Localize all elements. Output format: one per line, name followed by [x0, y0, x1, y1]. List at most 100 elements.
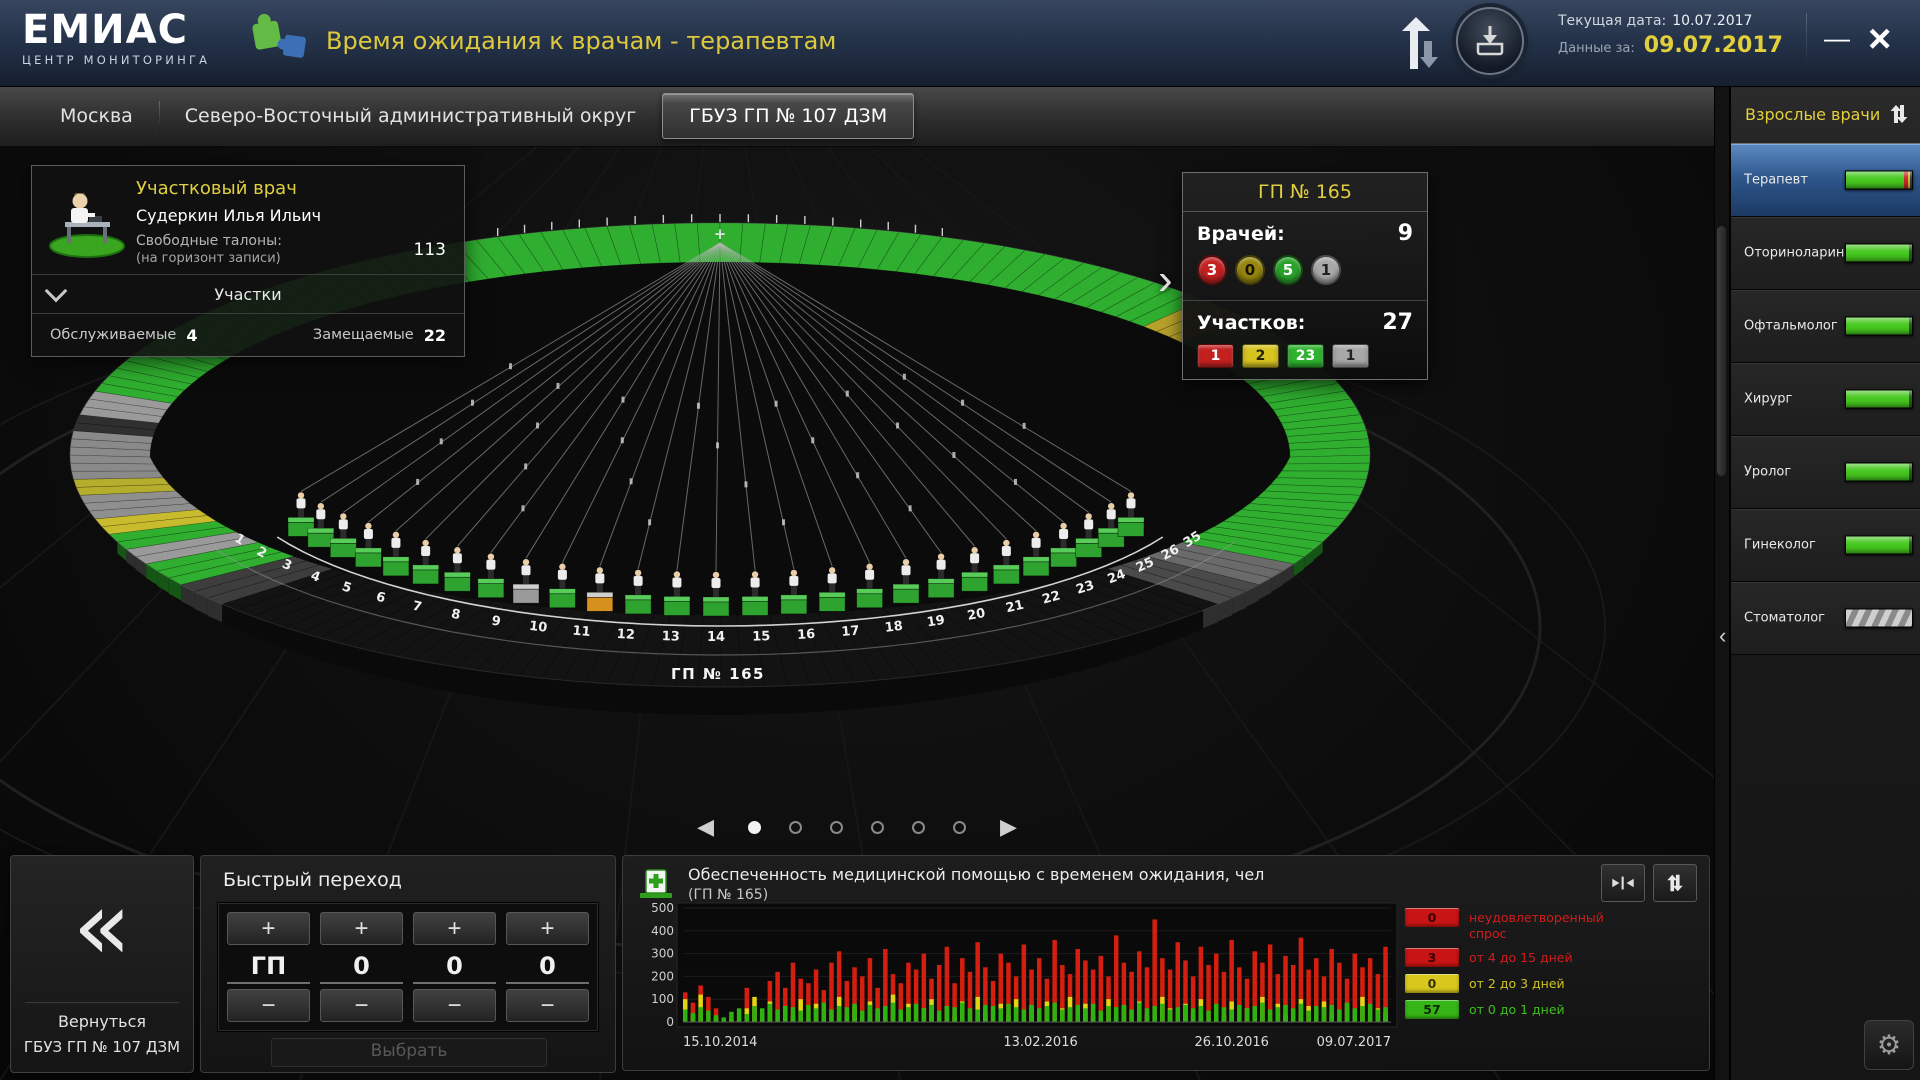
data-load-button[interactable] [1456, 7, 1524, 75]
legend-value-badge: 57 [1405, 1000, 1459, 1019]
svg-text:17: 17 [841, 623, 860, 640]
specialty-label: Офтальмолог [1744, 319, 1838, 334]
spinner-plus-button[interactable]: + [506, 912, 589, 945]
page-dot-3[interactable] [830, 821, 843, 834]
chart-title-line1: Обеспеченность медицинской помощью с вре… [688, 865, 1264, 884]
districts-label: Участков: [1197, 312, 1305, 334]
chart-fit-button[interactable] [1601, 864, 1645, 902]
svg-text:09.07.2017: 09.07.2017 [1317, 1035, 1391, 1050]
quick-jump-panel: Быстрый переход + ГП − + 0 − + 0 − + 0 − [200, 855, 616, 1073]
page-dot-4[interactable] [871, 821, 884, 834]
breadcrumb-district[interactable]: Северо-Восточный административный округ [159, 94, 662, 138]
specialty-bar [1845, 609, 1913, 628]
settings-button[interactable]: ⚙ [1864, 1020, 1914, 1070]
specialty-label: Гинеколог [1744, 538, 1816, 553]
pager-next-button[interactable]: ▶ [994, 813, 1023, 841]
specialty-label: Хирург [1744, 392, 1792, 407]
svg-text:500: 500 [651, 902, 674, 915]
sidebar-item-oftalmolog[interactable]: Офтальмолог [1731, 290, 1920, 363]
doctor-role: Участковый врач [136, 178, 452, 199]
quick-jump-select-button[interactable]: Выбрать [271, 1038, 547, 1067]
page-dot-6[interactable] [953, 821, 966, 834]
spinner-column-type: + ГП − [227, 912, 310, 1022]
spinner-minus-button[interactable]: − [506, 989, 589, 1022]
spinner-plus-button[interactable]: + [320, 912, 403, 945]
svg-text:300: 300 [651, 947, 674, 961]
spinner-column-ones: + 0 − [506, 912, 589, 1022]
updown-arrows-icon[interactable] [1398, 15, 1438, 75]
legend-row: 0 неудовлетворенный спрос [1405, 908, 1701, 941]
back-button[interactable]: « Вернуться ГБУЗ ГП № 107 ДЗМ [10, 855, 194, 1073]
sidebar-item-urolog[interactable]: Уролог [1731, 436, 1920, 509]
sidebar-item-stomatolog[interactable]: Стоматолог [1731, 582, 1920, 655]
spinner-minus-button[interactable]: − [320, 989, 403, 1022]
replaced-value: 22 [424, 326, 446, 345]
legend-row: 0 от 2 до 3 дней [1405, 974, 1701, 993]
doctors-badge-green: 5 [1273, 255, 1303, 285]
breadcrumb-moscow[interactable]: Москва [34, 94, 159, 138]
chart-title-line2: (ГП № 165) [688, 887, 1264, 903]
sidebar-item-ginekolog[interactable]: Гинеколог [1731, 509, 1920, 582]
logo-title: ЕМИАС [22, 8, 210, 52]
doctors-label: Врачей: [1197, 223, 1285, 245]
clinic-panel-chevron[interactable]: › [1152, 257, 1179, 303]
puzzle-logo-icon [248, 6, 320, 70]
svg-text:18: 18 [884, 619, 904, 636]
specialty-bar [1845, 244, 1913, 263]
legend-label: от 2 до 3 дней [1469, 974, 1565, 992]
spinner-plus-button[interactable]: + [413, 912, 496, 945]
spinner-column-tens: + 0 − [413, 912, 496, 1022]
tickets-value: 113 [414, 240, 452, 260]
header-divider [1806, 13, 1807, 71]
svg-text:200: 200 [651, 969, 674, 983]
spinner-column-hundreds: + 0 − [320, 912, 403, 1022]
quick-jump-title: Быстрый переход [223, 869, 402, 891]
sections-label: Участки [214, 285, 281, 304]
fit-width-icon [1608, 873, 1638, 893]
back-label-line2: ГБУЗ ГП № 107 ДЗМ [11, 1038, 193, 1056]
app-window: ЕМИАС ЦЕНТР МОНИТОРИНГА Время ожидания к… [0, 0, 1920, 1080]
sidebar-item-khirurg[interactable]: Хирург [1731, 363, 1920, 436]
page-dot-2[interactable] [789, 821, 802, 834]
sidebar-sort-icon[interactable] [1887, 102, 1911, 129]
specialty-label: Стоматолог [1744, 611, 1825, 626]
scrollbar-handle[interactable] [1717, 226, 1726, 476]
sort-arrows-icon [1664, 872, 1686, 894]
pager-prev-button[interactable]: ◀ [691, 813, 720, 841]
chevron-down-icon[interactable] [45, 280, 68, 303]
specialty-bar [1845, 536, 1913, 555]
replaced-label: Замещаемые [313, 327, 414, 343]
doctor-info-popup: Участковый врач Судеркин Илья Ильич Своб… [31, 165, 465, 357]
legend-value-badge: 3 [1405, 948, 1459, 967]
spinner-minus-button[interactable]: − [413, 989, 496, 1022]
page-dot-1[interactable] [748, 821, 761, 834]
divider [25, 1002, 179, 1003]
chart-sort-button[interactable] [1653, 864, 1697, 902]
page-dot-5[interactable] [912, 821, 925, 834]
sidebar-item-terapevt[interactable]: Терапевт [1731, 144, 1920, 217]
gear-icon: ⚙ [1877, 1030, 1901, 1061]
legend-value-badge: 0 [1405, 908, 1459, 927]
sidebar-item-otorinolaringolog[interactable]: Оториноларинголог [1731, 217, 1920, 290]
doctors-badge-yellow: 0 [1235, 255, 1265, 285]
legend-row: 3 от 4 до 15 дней [1405, 948, 1701, 967]
spinner-value: ГП [227, 950, 310, 984]
sidebar-collapse-chevron[interactable]: ‹ [1713, 622, 1731, 650]
close-button[interactable]: × [1862, 12, 1897, 66]
specialty-sidebar: Взрослые врачи Терапевт Оториноларинголо… [1730, 86, 1920, 1080]
doctors-badge-gray: 1 [1311, 255, 1341, 285]
doctor-desk-icon [44, 176, 136, 266]
top-header: ЕМИАС ЦЕНТР МОНИТОРИНГА Время ожидания к… [0, 0, 1920, 87]
specialty-bar [1845, 317, 1913, 336]
hospital-icon [637, 865, 675, 905]
minimize-button[interactable]: — [1818, 22, 1856, 55]
clinic-info-panel: ГП № 165 Врачей: 9 3 0 5 1 Участков: 27 … [1182, 172, 1428, 380]
svg-text:19: 19 [926, 613, 946, 631]
breadcrumb-clinic-active[interactable]: ГБУЗ ГП № 107 ДЗМ [662, 93, 914, 139]
spinner-minus-button[interactable]: − [227, 989, 310, 1022]
spinner-value: 0 [320, 950, 403, 984]
current-date: Текущая дата:10.07.2017 [1558, 13, 1798, 29]
page-title: Время ожидания к врачам - терапевтам [326, 27, 836, 55]
spinner-plus-button[interactable]: + [227, 912, 310, 945]
legend-label: от 0 до 1 дней [1469, 1000, 1565, 1018]
